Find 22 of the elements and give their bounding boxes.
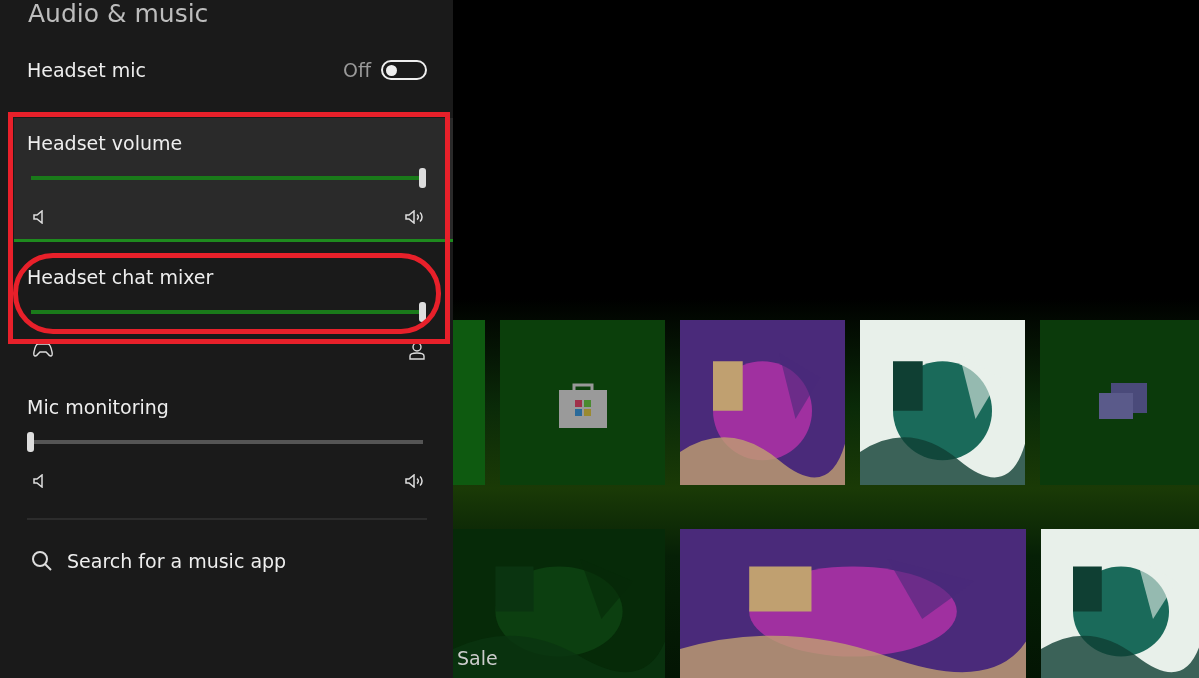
slider-label: Headset volume — [27, 132, 183, 154]
slider-thumb[interactable] — [419, 302, 426, 322]
tile[interactable] — [453, 320, 485, 485]
store-tile[interactable] — [500, 320, 665, 485]
slider-thumb[interactable] — [27, 432, 34, 452]
speaker-loud-icon — [405, 210, 425, 224]
slider-label: Headset chat mixer — [27, 266, 214, 288]
toggle-state: Off — [342, 59, 371, 81]
tile[interactable] — [1040, 320, 1199, 485]
panel-title: Audio & music — [28, 0, 210, 30]
tile-label: Sale — [457, 647, 498, 669]
search-music-app-link[interactable]: Search for a music app — [31, 550, 453, 572]
toggle-switch[interactable] — [381, 60, 427, 80]
toggle-label: Headset mic — [27, 59, 146, 81]
headset-person-icon — [409, 342, 425, 360]
speaker-icon — [33, 210, 45, 224]
search-icon — [31, 550, 53, 572]
speaker-icon — [33, 474, 45, 488]
controller-icon — [33, 342, 53, 357]
slider-thumb[interactable] — [419, 168, 426, 188]
slider-label: Mic monitoring — [27, 396, 169, 418]
speaker-loud-icon — [405, 474, 425, 488]
